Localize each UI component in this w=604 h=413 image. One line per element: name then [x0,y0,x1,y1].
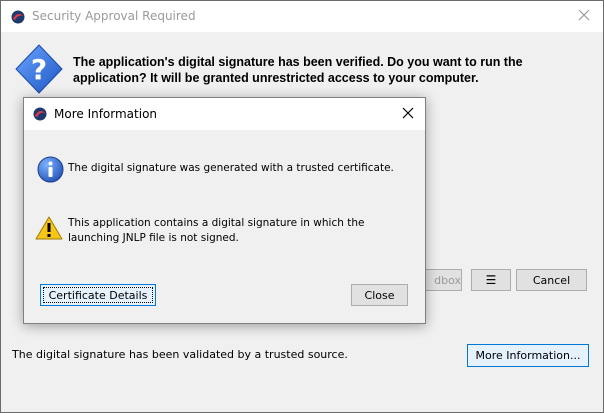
certificate-details-button[interactable]: Certificate Details [40,284,156,306]
question-icon: ? [15,44,63,94]
warning-message: This application contains a digital sign… [68,217,365,244]
close-icon[interactable] [401,106,415,120]
menu-button[interactable]: ☰ [471,269,511,291]
svg-text:?: ? [31,53,47,86]
status-text: The digital signature has been validated… [12,348,348,361]
close-button[interactable]: Close [351,284,408,306]
focus-ring [43,287,153,303]
dialog-title: More Information [54,107,158,121]
more-information-dialog: More Information The digital signature w… [23,97,426,324]
more-information-button[interactable]: More Information... [467,344,589,367]
close-icon[interactable] [577,8,591,22]
window-title: Security Approval Required [32,9,196,23]
java-app-icon [11,10,25,24]
dialog-titlebar[interactable]: More Information [24,98,425,130]
warning-icon [35,216,63,240]
info-message: The digital signature was generated with… [68,162,394,174]
cancel-button[interactable]: Cancel [516,269,587,291]
approval-message: The application's digital signature has … [73,55,523,85]
window-titlebar[interactable]: Security Approval Required [1,1,603,32]
java-app-icon [33,107,47,121]
info-icon [37,156,64,183]
